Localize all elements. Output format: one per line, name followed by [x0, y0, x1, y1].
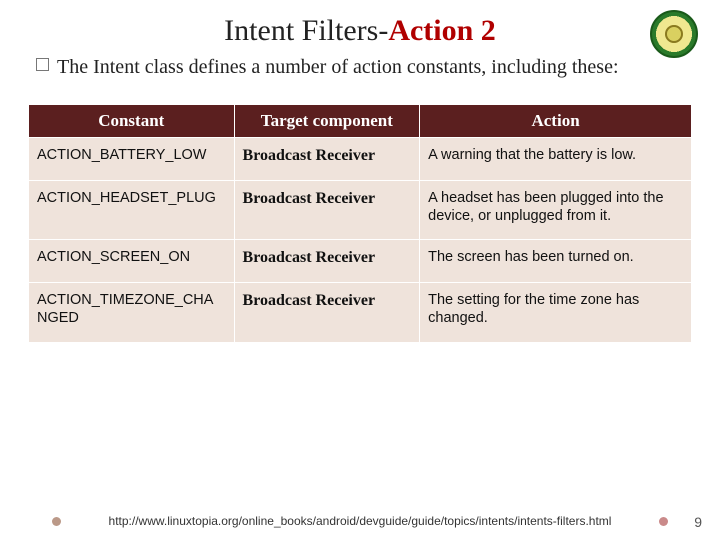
- footer: http://www.linuxtopia.org/online_books/a…: [0, 514, 720, 528]
- table-header-row: Constant Target component Action: [29, 105, 692, 138]
- cell-target: Broadcast Receiver: [234, 181, 420, 240]
- cell-target: Broadcast Receiver: [234, 240, 420, 283]
- col-header-action: Action: [420, 105, 692, 138]
- university-logo-icon: [650, 10, 698, 58]
- cell-target: Broadcast Receiver: [234, 283, 420, 342]
- col-header-constant: Constant: [29, 105, 235, 138]
- slide: Intent Filters-Action 2 The Intent class…: [0, 0, 720, 540]
- cell-action: The setting for the time zone has change…: [420, 283, 692, 342]
- cell-target: Broadcast Receiver: [234, 138, 420, 181]
- title-row: Intent Filters-Action 2: [28, 14, 692, 48]
- slide-title-emphasis: Action 2: [388, 14, 496, 47]
- table-row: ACTION_TIMEZONE_CHANGED Broadcast Receiv…: [29, 283, 692, 342]
- cell-constant: ACTION_SCREEN_ON: [29, 240, 235, 283]
- decorative-dot-icon: [659, 517, 668, 526]
- cell-action: A warning that the battery is low.: [420, 138, 692, 181]
- bullet-row: The Intent class defines a number of act…: [36, 54, 684, 80]
- table-row: ACTION_HEADSET_PLUG Broadcast Receiver A…: [29, 181, 692, 240]
- lead-text: The Intent class defines a number of act…: [57, 54, 619, 80]
- cell-constant: ACTION_TIMEZONE_CHANGED: [29, 283, 235, 342]
- table-row: ACTION_SCREEN_ON Broadcast Receiver The …: [29, 240, 692, 283]
- cell-constant: ACTION_HEADSET_PLUG: [29, 181, 235, 240]
- decorative-dot-icon: [52, 517, 61, 526]
- slide-title-plain: Intent Filters-: [224, 14, 388, 47]
- cell-action: The screen has been turned on.: [420, 240, 692, 283]
- cell-action: A headset has been plugged into the devi…: [420, 181, 692, 240]
- lead-block: The Intent class defines a number of act…: [36, 54, 684, 80]
- actions-table: Constant Target component Action ACTION_…: [28, 104, 692, 343]
- footer-url: http://www.linuxtopia.org/online_books/a…: [109, 514, 612, 528]
- cell-constant: ACTION_BATTERY_LOW: [29, 138, 235, 181]
- square-bullet-icon: [36, 58, 49, 71]
- table-row: ACTION_BATTERY_LOW Broadcast Receiver A …: [29, 138, 692, 181]
- page-number: 9: [694, 514, 702, 530]
- col-header-target: Target component: [234, 105, 420, 138]
